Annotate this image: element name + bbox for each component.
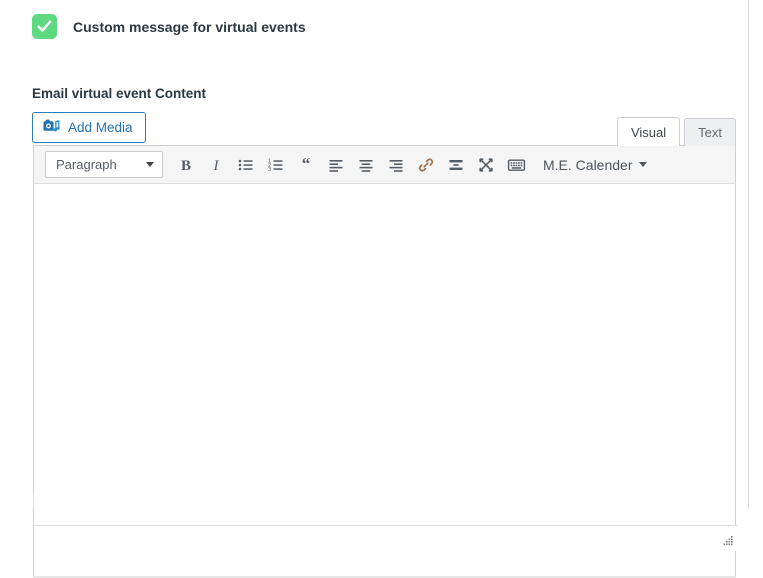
custom-message-checkbox-label: Custom message for virtual events <box>73 18 306 35</box>
resize-handle-icon[interactable] <box>720 534 734 548</box>
svg-text:I: I <box>213 158 220 174</box>
align-center-icon <box>359 159 373 172</box>
italic-icon: I <box>213 158 220 174</box>
format-select-value: Paragraph <box>56 157 117 172</box>
bulleted-list-icon <box>238 159 253 170</box>
custom-message-checkbox[interactable] <box>32 14 57 39</box>
align-center-button[interactable] <box>351 151 381 179</box>
toolbar-toggle-button[interactable] <box>501 151 531 179</box>
add-media-label: Add Media <box>68 119 133 135</box>
add-media-icon <box>43 119 60 137</box>
me-calender-menu[interactable]: M.E. Calender <box>543 156 648 173</box>
fullscreen-button[interactable] <box>471 151 501 179</box>
align-left-button[interactable] <box>321 151 351 179</box>
format-select[interactable]: Paragraph <box>45 151 163 178</box>
svg-text:B: B <box>181 158 191 174</box>
bold-icon: B <box>181 158 191 174</box>
read-more-button[interactable] <box>441 151 471 179</box>
blockquote-icon: “ <box>302 156 311 173</box>
editor-content-area[interactable] <box>33 183 737 577</box>
chevron-down-icon <box>639 162 648 167</box>
read-more-icon <box>449 159 463 170</box>
tab-text[interactable]: Text <box>684 118 736 146</box>
align-left-icon <box>329 159 343 172</box>
editor-toolbar: Paragraph B I 1 2 3 “ M.E. Calender <box>33 145 736 184</box>
tab-visual[interactable]: Visual <box>616 117 681 146</box>
check-icon <box>37 20 52 32</box>
bold-button[interactable]: B <box>171 151 201 179</box>
toolbar-toggle-icon <box>507 158 525 171</box>
align-right-icon <box>389 159 403 172</box>
editor-mode-tabs: Visual Text <box>616 117 736 146</box>
chevron-down-icon <box>146 162 154 167</box>
me-calender-menu-label: M.E. Calender <box>543 156 633 173</box>
link-icon <box>418 158 434 171</box>
link-button[interactable] <box>411 151 441 179</box>
italic-button[interactable]: I <box>201 151 231 179</box>
custom-message-setting-row: Custom message for virtual events <box>32 14 306 39</box>
fullscreen-icon <box>479 157 493 172</box>
editor-statusbar <box>34 525 737 551</box>
section-divider-tick <box>33 494 34 507</box>
settings-panel: Custom message for virtual events Email … <box>0 0 748 578</box>
numbered-list-button[interactable]: 1 2 3 <box>261 151 291 179</box>
svg-text:“: “ <box>302 156 311 173</box>
align-right-button[interactable] <box>381 151 411 179</box>
add-media-button[interactable]: Add Media <box>32 112 146 143</box>
page-right-border <box>748 0 749 509</box>
numbered-list-icon: 1 2 3 <box>268 158 283 173</box>
bulleted-list-button[interactable] <box>231 151 261 179</box>
email-content-field-label: Email virtual event Content <box>32 86 207 101</box>
blockquote-button[interactable]: “ <box>291 151 321 179</box>
svg-text:3: 3 <box>268 167 271 173</box>
